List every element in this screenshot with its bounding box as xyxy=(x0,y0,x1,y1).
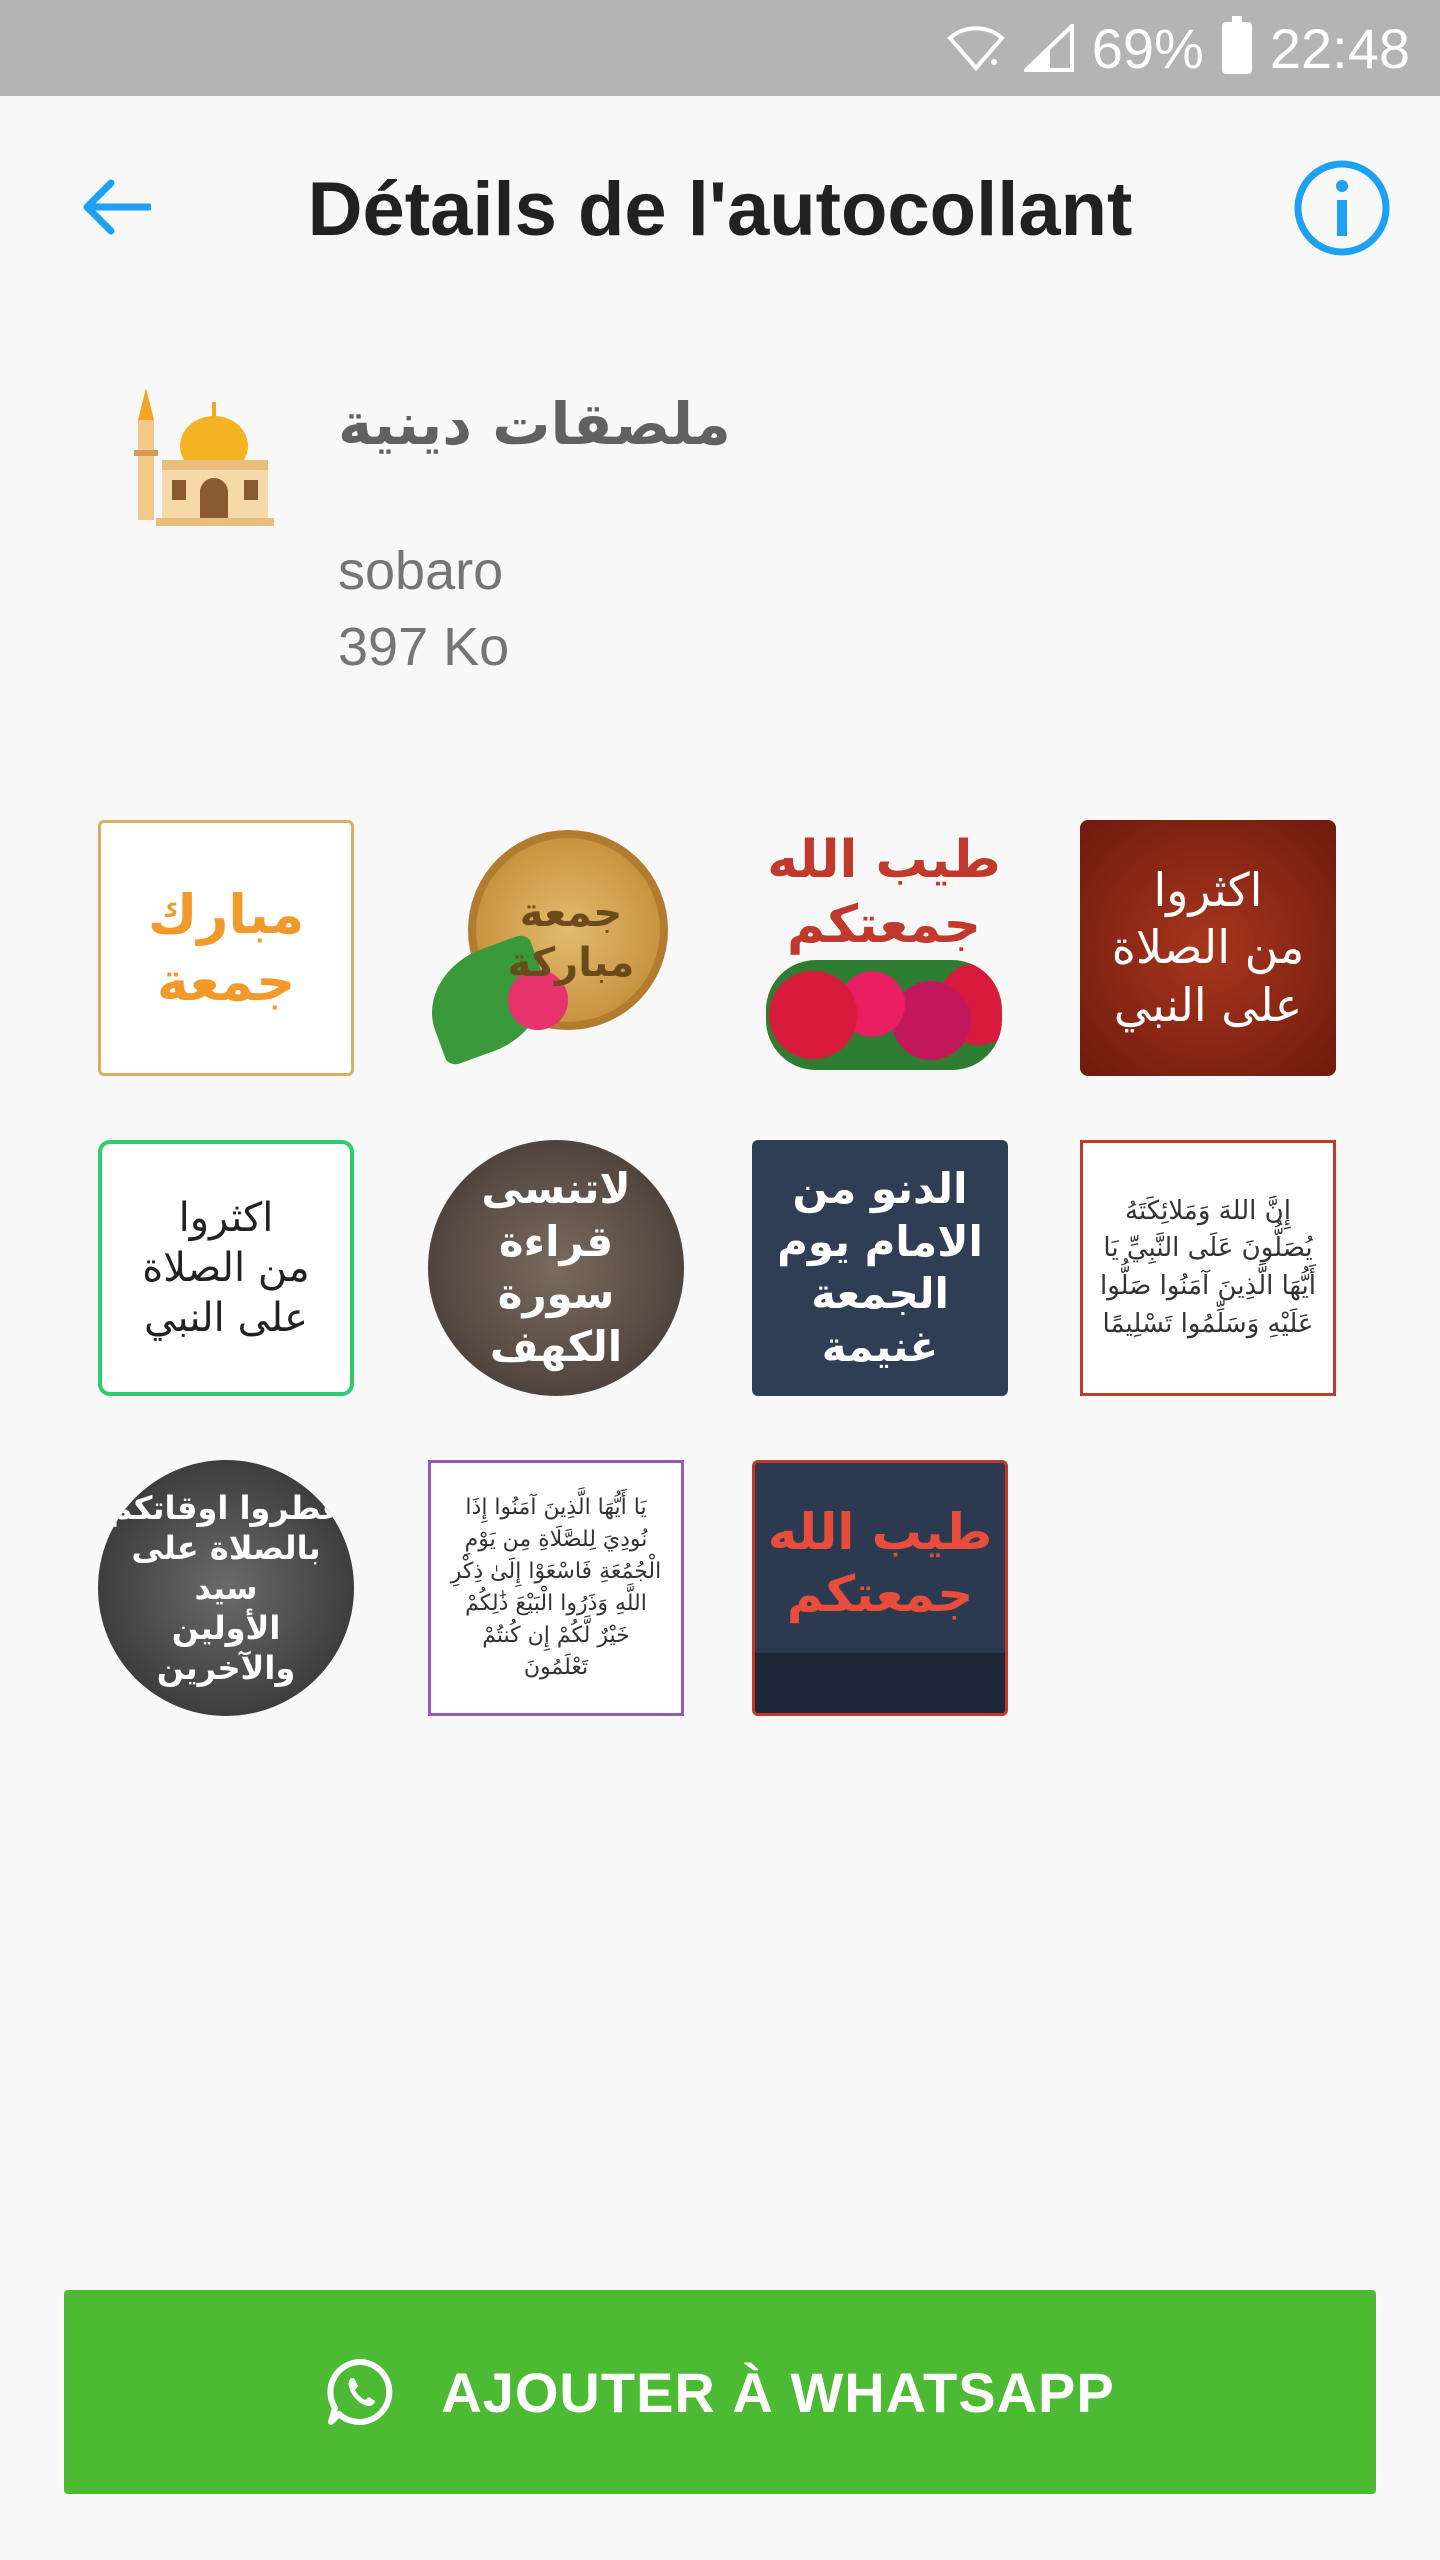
app-bar: Détails de l'autocollant xyxy=(0,96,1440,322)
battery-icon xyxy=(1221,16,1252,74)
status-bar: 69% 22:48 xyxy=(0,0,1440,96)
sticker-3[interactable]: طيب الله جمعتكم xyxy=(756,820,1012,1076)
sticker-7-text: الدنو من الامام يوم الجمعة غنيمة xyxy=(777,1164,983,1371)
sticker-5[interactable]: اكثروا من الصلاة على النبي xyxy=(98,1140,354,1396)
sticker-11[interactable]: طيب الله جمعتكم xyxy=(752,1460,1008,1716)
sticker-8-text: إِنَّ اللهَ وَمَلائِكَتَهُ يُصَلُّونَ عَ… xyxy=(1100,1195,1316,1339)
whatsapp-icon xyxy=(327,2358,393,2425)
info-icon xyxy=(1294,160,1390,256)
sticker-2-text: جمعة مباركة xyxy=(507,890,635,986)
roses-icon xyxy=(766,960,1002,1070)
pack-size: 397 Ko xyxy=(338,617,510,677)
sticker-11-text: طيب الله جمعتكم xyxy=(767,1502,993,1624)
sticker-6-text: لاتنسى قراءة سورة الكهف xyxy=(481,1164,631,1371)
add-to-whatsapp-button[interactable]: AJOUTER À WHATSAPP xyxy=(64,2290,1376,2494)
sticker-8[interactable]: إِنَّ اللهَ وَمَلائِكَتَهُ يُصَلُّونَ عَ… xyxy=(1080,1140,1336,1396)
sticker-3-text: طيب الله جمعتكم xyxy=(767,830,1001,955)
sticker-4[interactable]: اكثروا من الصلاة على النبي xyxy=(1080,820,1336,1076)
clock: 22:48 xyxy=(1269,16,1410,80)
info-button[interactable] xyxy=(1292,158,1392,258)
sticker-6[interactable]: لاتنسى قراءة سورة الكهف xyxy=(428,1140,684,1396)
pack-name: ملصقات دينية xyxy=(338,390,731,458)
signal-icon xyxy=(1023,24,1074,72)
sticker-7[interactable]: الدنو من الامام يوم الجمعة غنيمة xyxy=(752,1140,1008,1396)
sticker-5-text: اكثروا من الصلاة على النبي xyxy=(142,1195,310,1341)
sticker-10[interactable]: يَا أَيُّهَا الَّذِينَ آمَنُوا إِذَا نُو… xyxy=(428,1460,684,1716)
wifi-icon xyxy=(946,24,1006,72)
sticker-1-text: مبارك جمعة xyxy=(147,882,305,1014)
sticker-1[interactable]: مبارك جمعة xyxy=(98,820,354,1076)
sticker-10-text: يَا أَيُّهَا الَّذِينَ آمَنُوا إِذَا نُو… xyxy=(450,1495,662,1680)
sticker-9[interactable]: عطروا اوقاتكم بالصلاة على سيد الأولين وا… xyxy=(98,1460,354,1716)
battery-percent: 69% xyxy=(1091,16,1204,80)
add-button-label: AJOUTER À WHATSAPP xyxy=(441,2360,1115,2424)
sticker-4-text: اكثروا من الصلاة على النبي xyxy=(1111,862,1305,1032)
sticker-2[interactable]: جمعة مباركة xyxy=(428,820,684,1076)
mosque-icon xyxy=(126,380,276,530)
skyline-decoration xyxy=(755,1653,1005,1713)
page-title: Détails de l'autocollant xyxy=(307,167,1133,252)
sticker-9-text: عطروا اوقاتكم بالصلاة على سيد الأولين وا… xyxy=(108,1489,344,1687)
pack-publisher: sobaro xyxy=(338,541,504,601)
